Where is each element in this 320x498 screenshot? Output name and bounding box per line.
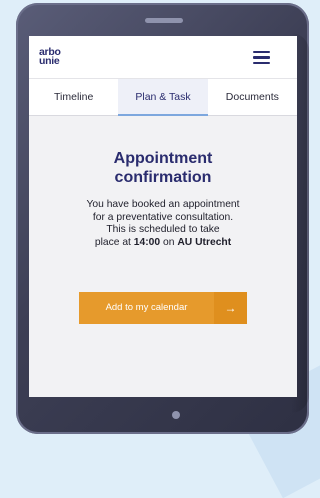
desc-on: on (163, 236, 175, 248)
tab-documents[interactable]: Documents (208, 79, 297, 115)
logo-line-2: unie (39, 55, 60, 67)
desc-line-1: You have booked an appointment (86, 199, 240, 210)
tab-timeline[interactable]: Timeline (29, 79, 118, 115)
appointment-description: You have booked an appointment for a pre… (48, 199, 278, 249)
device-home-button[interactable] (172, 411, 180, 419)
arbounie-logo[interactable]: arbo unie (39, 47, 65, 70)
menu-bar (253, 51, 270, 54)
device-screen: arbo unie Timeline Plan & Task Documents… (29, 36, 297, 397)
page-title: Appointment confirmation (113, 150, 213, 186)
add-to-calendar-button[interactable]: Add to my calendar → (79, 292, 247, 324)
desc-line-2: for a preventative consultation. (92, 211, 234, 223)
tab-plan-and-task[interactable]: Plan & Task (118, 79, 208, 116)
appointment-time: 14:00 (133, 236, 161, 248)
menu-bar (253, 61, 270, 64)
app-header: arbo unie (29, 36, 297, 79)
desc-line-3: This is scheduled to take (106, 224, 220, 235)
device-speaker (145, 18, 183, 23)
add-to-calendar-label: Add to my calendar (79, 292, 214, 324)
appointment-location: AU Utrecht (177, 236, 232, 248)
hamburger-menu-icon[interactable] (253, 51, 270, 64)
arrow-right-icon: → (214, 292, 247, 324)
tab-bar: Timeline Plan & Task Documents (29, 79, 297, 116)
confirmation-panel: Appointment confirmation You have booked… (29, 116, 297, 324)
menu-bar (253, 56, 270, 59)
desc-place-at: place at (94, 236, 131, 248)
